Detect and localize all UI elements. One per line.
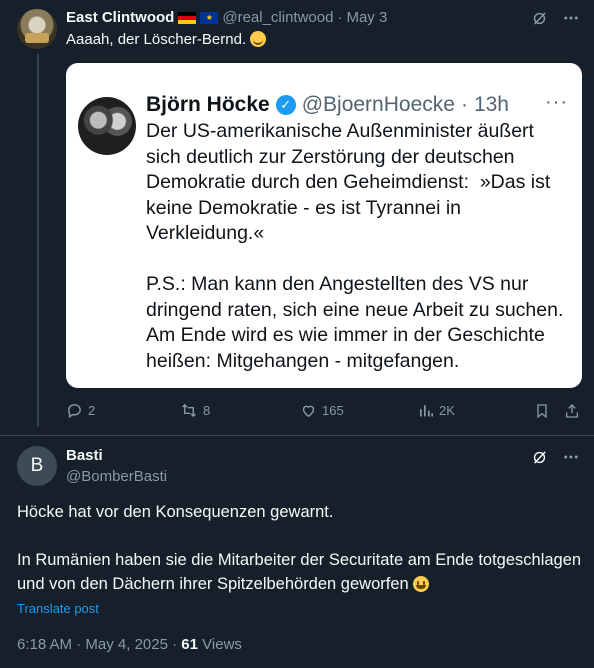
views-count: 2K bbox=[439, 403, 455, 418]
embedded-age: 13h bbox=[473, 93, 509, 116]
bookmark-icon bbox=[537, 404, 547, 419]
embedded-author-name: Björn Höcke bbox=[146, 93, 270, 116]
like-button[interactable]: 165 bbox=[300, 402, 344, 419]
more-options-icon[interactable] bbox=[562, 9, 580, 27]
post-date[interactable]: May 4, 2025 bbox=[85, 636, 168, 653]
embedded-tweet-image[interactable]: Björn Höcke ✓ @BjoernHoecke · 13h ··· De… bbox=[66, 63, 582, 388]
meta-separator: · bbox=[76, 636, 82, 653]
reply-icon bbox=[68, 404, 81, 419]
grok-icon[interactable] bbox=[530, 448, 548, 466]
flag-germany-icon bbox=[178, 11, 197, 24]
post-top-icons bbox=[530, 448, 580, 466]
post-date[interactable]: May 3 bbox=[346, 9, 387, 26]
avatar-letter: B bbox=[30, 455, 44, 476]
post-text: Aaaah, der Löscher-Bernd. bbox=[66, 31, 267, 48]
post-time[interactable]: 6:18 AM bbox=[17, 636, 72, 653]
thread-connector-line bbox=[37, 54, 39, 426]
header-separator: · bbox=[337, 9, 343, 26]
embedded-body-text: Der US-amerikanische Außenminister äußer… bbox=[146, 120, 564, 372]
bookmark-button[interactable] bbox=[534, 402, 550, 420]
post-paragraph-2-wrapper: In Rumänien haben sie die Mitarbeiter de… bbox=[17, 548, 582, 596]
embedded-avatar bbox=[78, 97, 136, 155]
author-handle[interactable]: @real_clintwood bbox=[222, 9, 333, 26]
embedded-separator: · bbox=[460, 93, 468, 116]
author-name[interactable]: Basti bbox=[66, 447, 103, 464]
smirking-face-icon bbox=[250, 31, 267, 47]
post-paragraph-1: Höcke hat vor den Konsequenzen gewarnt. bbox=[17, 503, 334, 521]
analytics-icon bbox=[420, 405, 433, 417]
author-name[interactable]: East Clintwood bbox=[66, 9, 174, 26]
views-count: 61 bbox=[181, 636, 198, 653]
embedded-more-icon: ··· bbox=[545, 91, 568, 113]
post-text: Höcke hat vor den Konsequenzen gewarnt. … bbox=[17, 500, 582, 596]
author-handle[interactable]: @BomberBasti bbox=[66, 468, 167, 485]
views-label: Views bbox=[202, 636, 242, 653]
heart-icon bbox=[302, 405, 315, 418]
more-options-icon[interactable] bbox=[562, 448, 580, 466]
paragraph-spacer bbox=[17, 524, 582, 548]
translate-post-link[interactable]: Translate post bbox=[17, 601, 99, 616]
grinning-face-icon bbox=[413, 576, 430, 592]
post-divider bbox=[0, 435, 594, 436]
views-button[interactable]: 2K bbox=[418, 402, 455, 419]
post-meta: 6:18 AM · May 4, 2025 · 61 Views bbox=[17, 636, 242, 653]
repost-count: 8 bbox=[203, 403, 211, 418]
embedded-handle: @BjoernHoecke bbox=[301, 93, 455, 116]
embedded-header: Björn Höcke ✓ @BjoernHoecke · 13h bbox=[146, 93, 509, 117]
verified-badge-icon: ✓ bbox=[275, 95, 296, 115]
grok-icon[interactable] bbox=[530, 9, 548, 27]
share-icon bbox=[566, 404, 578, 418]
post-paragraph-2: In Rumänien haben sie die Mitarbeiter de… bbox=[17, 551, 582, 593]
post-text-content: Aaaah, der Löscher-Bernd. bbox=[66, 31, 247, 48]
avatar[interactable]: B bbox=[17, 446, 57, 486]
action-bar: 2 8 165 2K bbox=[66, 402, 586, 422]
post-top-icons bbox=[530, 9, 580, 27]
post-header: East Clintwood ★ @real_clintwood · May 3 bbox=[66, 9, 387, 26]
meta-separator: · bbox=[172, 636, 178, 653]
reply-count: 2 bbox=[88, 403, 96, 418]
avatar[interactable] bbox=[17, 9, 57, 49]
like-count: 165 bbox=[322, 403, 344, 418]
reply-button[interactable]: 2 bbox=[66, 402, 95, 419]
share-button[interactable] bbox=[564, 402, 580, 420]
repost-button[interactable]: 8 bbox=[180, 402, 210, 419]
repost-icon bbox=[182, 403, 196, 418]
flag-eu-icon: ★ bbox=[200, 11, 219, 24]
